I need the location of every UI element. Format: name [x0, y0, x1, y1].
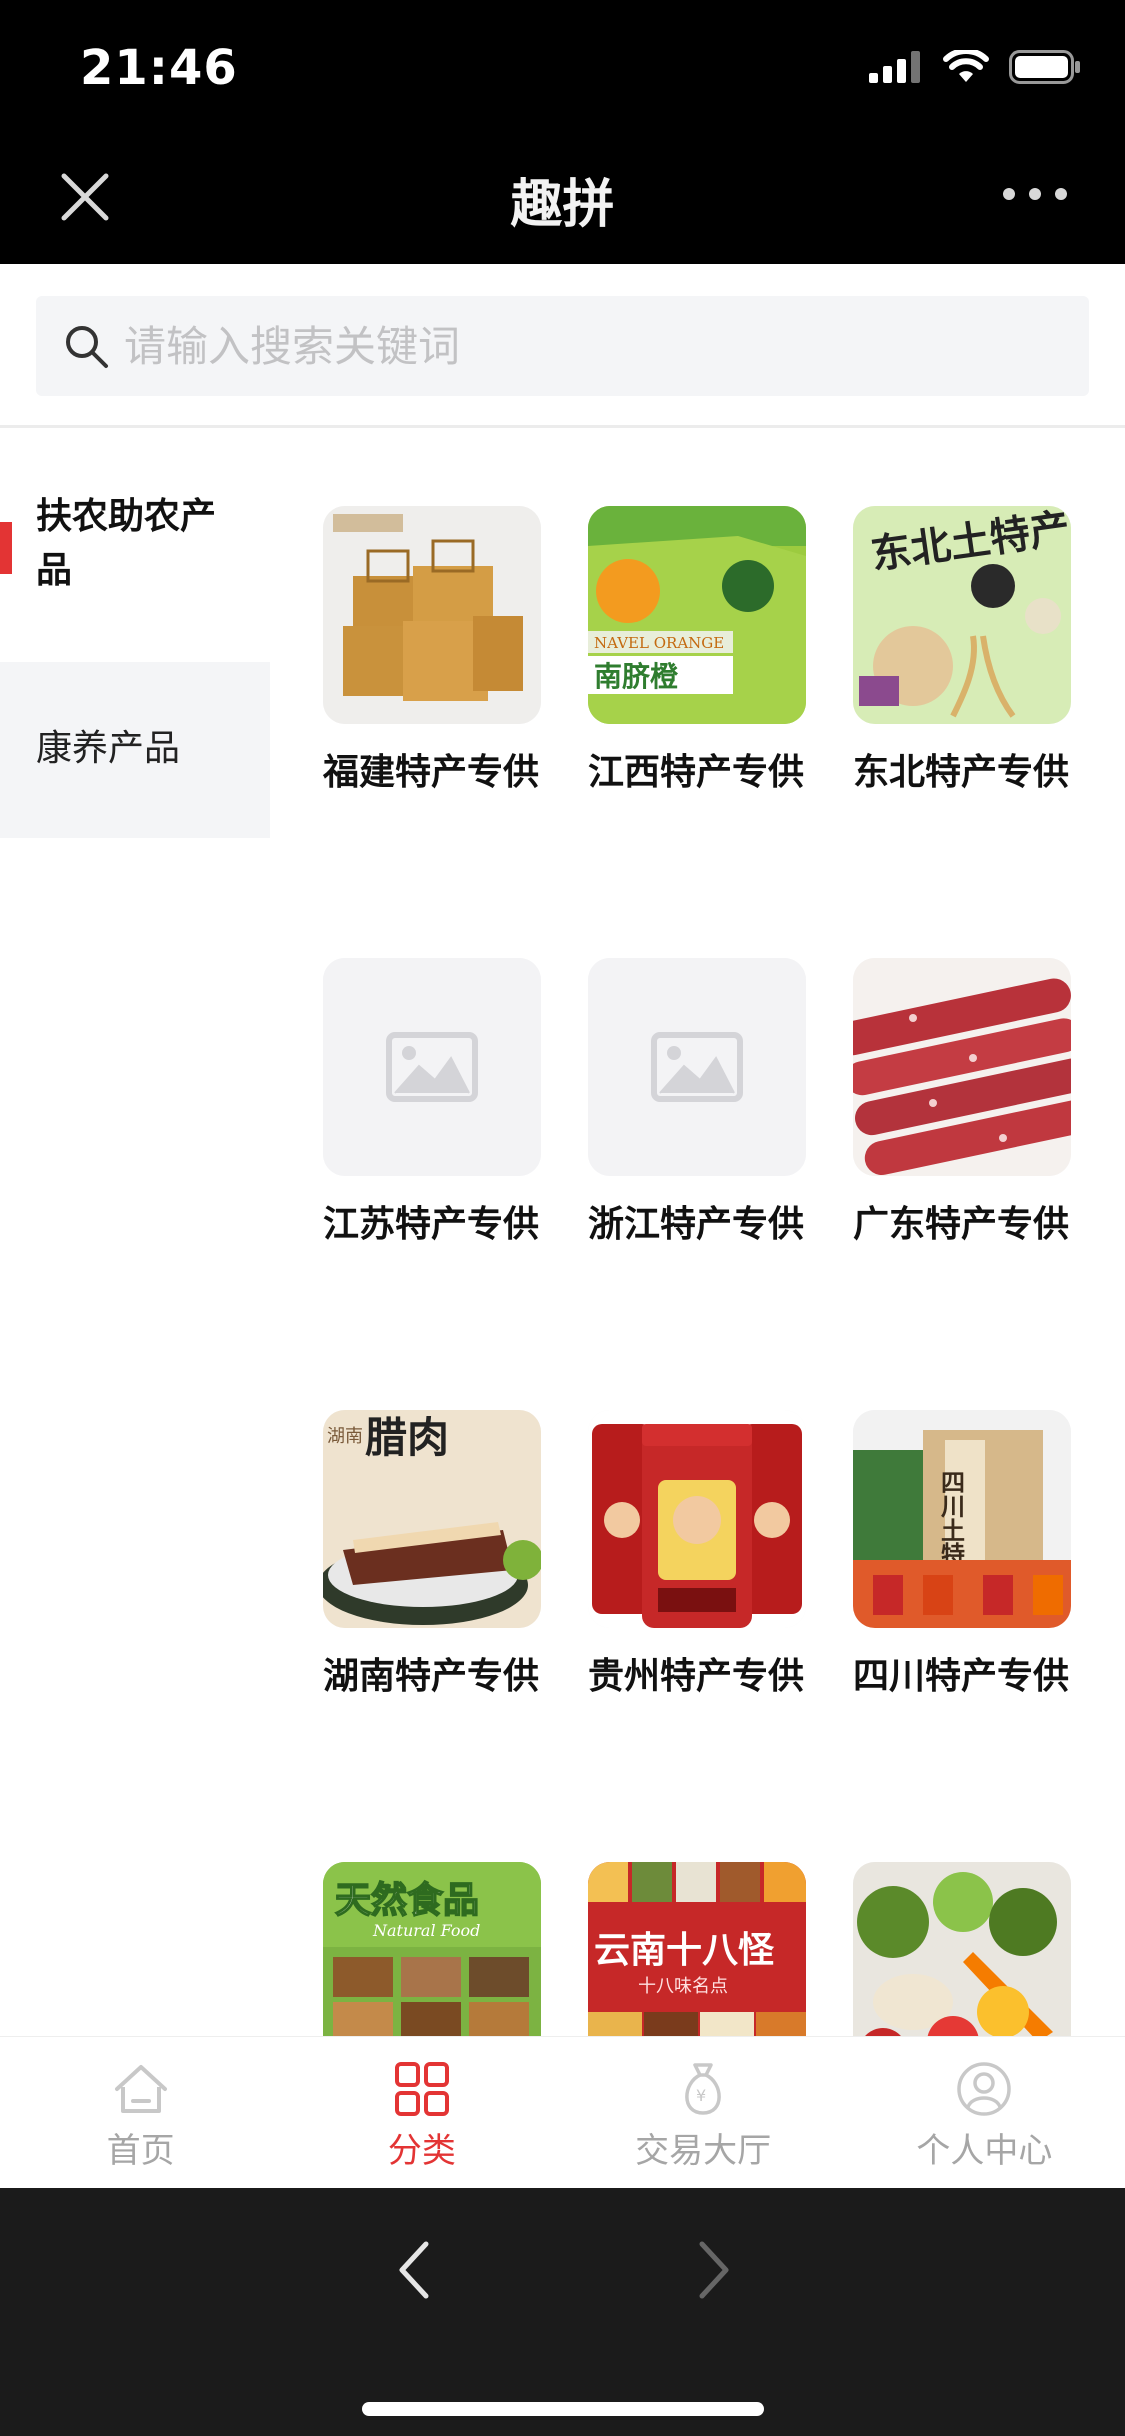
svg-text:腊肉: 腊肉 [365, 1413, 449, 1462]
product-label: 东北特产专供 [853, 752, 1070, 793]
product-image [588, 1410, 806, 1628]
search-box[interactable] [36, 296, 1089, 396]
product-image [853, 1862, 1071, 2036]
search-icon [66, 326, 108, 368]
svg-text:湖南: 湖南 [327, 1426, 363, 1447]
sidebar-item-health[interactable]: 康养产品 [0, 662, 270, 838]
category-sidebar: 扶农助农产品 康养产品 [0, 430, 270, 838]
product-image-placeholder [323, 958, 541, 1176]
home-indicator [362, 2402, 764, 2416]
search-input[interactable] [124, 321, 1024, 371]
product-image: 云南十八怪 十八味名点 [588, 1862, 806, 2036]
product-card-jiangsu[interactable]: 江苏特产专供 [323, 958, 541, 1248]
product-image: 东北土特产 [853, 506, 1071, 724]
product-label: 贵州特产专供 [588, 1656, 805, 1697]
product-card-zhejiang[interactable]: 浙江特产专供 [588, 958, 806, 1248]
product-image: 四川土特产 [853, 1410, 1071, 1628]
svg-text:天然食品: 天然食品 [335, 1879, 479, 1921]
product-image [853, 958, 1071, 1176]
image-placeholder-icon [323, 958, 541, 1176]
tab-label: 首页 [106, 2131, 175, 2171]
tab-trading-hall[interactable]: ¥ 交易大厅 [563, 2037, 844, 2188]
battery-icon [1009, 50, 1080, 84]
product-grid: 福建特产专供 NAVEL ORANGE 南脐橙 江西特产专供 东北土特产 东北特… [270, 430, 1125, 2036]
product-card-northeast[interactable]: 东北土特产 东北特产专供 [853, 506, 1071, 796]
product-label: 江苏特产专供 [323, 1204, 540, 1245]
sidebar-item-label: 扶农助农产品 [36, 496, 217, 591]
product-card-natural-food[interactable]: 天然食品 Natural Food [323, 1862, 541, 2036]
signal-icon [869, 51, 920, 83]
product-label: 江西特产专供 [588, 752, 805, 793]
product-card-vegetables[interactable] [853, 1862, 1071, 2036]
sidebar-item-farm-aid[interactable]: 扶农助农产品 [0, 430, 270, 662]
svg-text:云南十八怪: 云南十八怪 [594, 1929, 775, 1971]
product-image-placeholder [588, 958, 806, 1176]
product-card-guizhou[interactable]: 贵州特产专供 [588, 1410, 806, 1700]
product-label: 四川特产专供 [853, 1656, 1070, 1697]
product-card-fujian[interactable]: 福建特产专供 [323, 506, 541, 796]
sidebar-item-label: 康养产品 [36, 728, 181, 769]
product-label: 福建特产专供 [323, 752, 540, 793]
product-label: 浙江特产专供 [588, 1204, 805, 1245]
tab-profile[interactable]: 个人中心 [844, 2037, 1125, 2188]
money-bag-icon: ¥ [685, 2063, 721, 2115]
product-image [323, 506, 541, 724]
product-image: 天然食品 Natural Food [323, 1862, 541, 2036]
forward-arrow-icon[interactable] [690, 2234, 738, 2306]
svg-text:南脐橙: 南脐橙 [594, 660, 679, 693]
product-card-jiangxi[interactable]: NAVEL ORANGE 南脐橙 江西特产专供 [588, 506, 806, 796]
product-image: NAVEL ORANGE 南脐橙 [588, 506, 806, 724]
grid-icon [394, 2062, 449, 2116]
product-card-yunnan[interactable]: 云南十八怪 十八味名点 [588, 1862, 806, 2036]
page-title: 趣拼 [510, 175, 615, 235]
svg-text:Natural Food: Natural Food [372, 1921, 480, 1940]
tab-category[interactable]: 分类 [281, 2037, 562, 2188]
search-bar [0, 264, 1125, 428]
top-bar: 21:46 趣拼 [0, 0, 1125, 264]
image-placeholder-icon [588, 958, 806, 1176]
home-icon [114, 2065, 167, 2113]
tab-label: 分类 [387, 2131, 456, 2171]
svg-text:十八味名点: 十八味名点 [638, 1976, 728, 1997]
product-label: 湖南特产专供 [323, 1656, 540, 1697]
product-card-hunan[interactable]: 腊肉 湖南 湖南特产专供 [323, 1410, 541, 1700]
tab-label: 交易大厅 [635, 2131, 772, 2171]
tab-bar: 首页 分类 ¥ 交易大厅 个人中心 [0, 2036, 1125, 2188]
product-image: 腊肉 湖南 [323, 1410, 541, 1628]
tab-home[interactable]: 首页 [0, 2037, 281, 2188]
status-icons [869, 50, 1081, 84]
product-card-sichuan[interactable]: 四川土特产 四川特产专供 [853, 1410, 1071, 1700]
product-card-guangdong[interactable]: 广东特产专供 [853, 958, 1071, 1248]
browser-bottom-bar [0, 2188, 1125, 2436]
product-label: 广东特产专供 [853, 1204, 1070, 1245]
more-menu-icon[interactable] [1003, 188, 1067, 200]
tab-label: 个人中心 [916, 2131, 1053, 2171]
user-icon [957, 2062, 1012, 2116]
svg-text:¥: ¥ [696, 2086, 706, 2105]
back-arrow-icon[interactable] [390, 2234, 438, 2306]
wifi-icon [943, 50, 989, 82]
status-time: 21:46 [80, 40, 238, 96]
svg-text:NAVEL ORANGE: NAVEL ORANGE [594, 634, 724, 652]
